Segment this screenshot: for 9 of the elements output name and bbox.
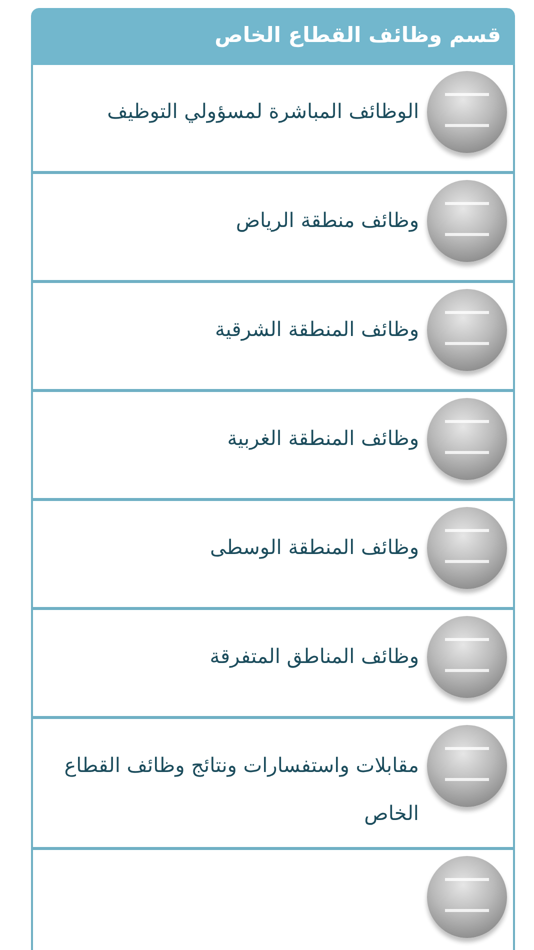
orb-icon <box>427 616 507 698</box>
orb-icon <box>427 725 507 807</box>
orb-icon <box>427 289 507 371</box>
orb-icon <box>427 398 507 480</box>
orb-icon <box>427 180 507 262</box>
orb-icon <box>427 856 507 938</box>
section-title: قسم وظائف القطاع الخاص <box>31 8 515 65</box>
orb-icon <box>427 71 507 153</box>
orb-icon <box>427 507 507 589</box>
